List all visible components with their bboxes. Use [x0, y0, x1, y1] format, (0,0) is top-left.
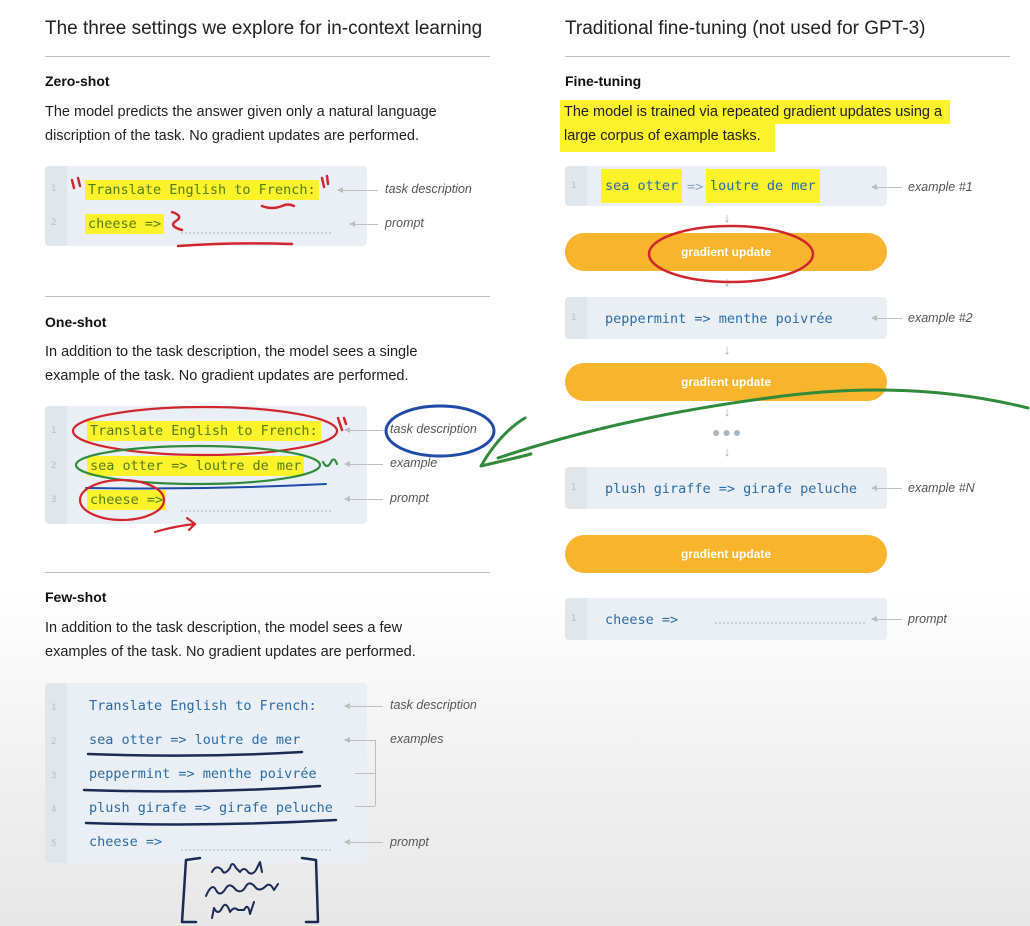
zero-shot-code-block: 1 2 Translate English to French: cheese … — [45, 166, 367, 246]
one-shot-prompt-line: cheese => — [87, 490, 167, 510]
zero-shot-divider — [45, 296, 490, 297]
example-2-annotation: example #2 — [908, 311, 973, 325]
gradient-update-1: gradient update — [565, 233, 887, 271]
arrow-down-icon: ↓ — [723, 404, 731, 419]
prompt-dots — [181, 849, 331, 851]
example-2-code: peppermint => menthe poivrée — [605, 311, 833, 327]
annotation-arrow-icon — [344, 427, 383, 433]
fine-tuning-prompt-block: 1 cheese => — [565, 598, 887, 640]
annotation-arrow-icon — [344, 461, 383, 467]
few-shot-example-line-3: plush girafe => girafe peluche — [89, 800, 333, 816]
one-shot-description: In addition to the task description, the… — [45, 340, 495, 388]
one-shot-annotation-prompt: prompt — [390, 491, 429, 505]
few-shot-example-line-2: peppermint => menthe poivrée — [89, 766, 317, 782]
fine-tuning-prompt-annotation: prompt — [908, 612, 947, 626]
few-shot-task-line: Translate English to French: — [89, 698, 317, 714]
annotation-arrow-icon — [871, 315, 902, 321]
one-shot-divider — [45, 572, 490, 573]
ellipsis-icon: ●●● — [712, 424, 744, 440]
left-column-title: The three settings we explore for in-con… — [45, 18, 483, 39]
arrow-down-icon: ↓ — [723, 274, 731, 289]
example-1-code-sep: => — [687, 179, 704, 195]
fine-tuning-description: The model is trained via repeated gradie… — [560, 100, 951, 152]
few-shot-example-line-1: sea otter => loutre de mer — [89, 732, 301, 748]
annotation-arrow-icon — [871, 616, 902, 622]
example-n-annotation: example #N — [908, 481, 975, 495]
line-gutter — [45, 166, 67, 246]
fine-tuning-description-line-2: large corpus of example tasks. — [560, 124, 775, 152]
arrow-down-icon: ↓ — [723, 444, 731, 459]
one-shot-task-line: Translate English to French: — [87, 421, 321, 441]
arrow-down-icon: ↓ — [723, 342, 731, 357]
few-shot-annotation-prompt: prompt — [390, 835, 429, 849]
few-shot-prompt-line: cheese => — [89, 834, 163, 850]
fine-tuning-prompt-code: cheese => — [605, 612, 679, 628]
zero-shot-task-line: Translate English to French: — [85, 180, 319, 200]
few-shot-annotation-task: task description — [390, 698, 477, 712]
arrow-down-icon: ↓ — [723, 210, 731, 225]
annotation-arrow-icon — [344, 496, 383, 502]
example-1-annotation: example #1 — [908, 180, 973, 194]
zero-shot-description: The model predicts the answer given only… — [45, 100, 495, 148]
annotation-arrow-icon — [344, 839, 383, 845]
gradient-update-3: gradient update — [565, 535, 887, 573]
one-shot-description-line-1: In addition to the task description, the… — [45, 344, 418, 360]
annotation-arrow-icon — [871, 485, 902, 491]
one-shot-code-block: 1 2 3 Translate English to French: sea o… — [45, 406, 367, 524]
one-shot-description-line-2: example of the task. No gradient updates… — [45, 368, 409, 384]
example-n-code: plush giraffe => girafe peluche — [605, 481, 857, 497]
few-shot-description-line-2: examples of the task. No gradient update… — [45, 644, 416, 660]
one-shot-annotation-task: task description — [390, 422, 477, 436]
few-shot-title: Few-shot — [45, 589, 107, 605]
gradient-update-2: gradient update — [565, 363, 887, 401]
zero-shot-annotation-task: task description — [385, 182, 472, 196]
few-shot-annotation-examples: examples — [390, 732, 444, 746]
annotation-arrow-icon — [344, 703, 383, 709]
few-shot-code-block: 1 2 3 4 5 Translate English to French: s… — [45, 683, 367, 863]
one-shot-annotation-example: example — [390, 456, 438, 470]
zero-shot-title: Zero-shot — [45, 73, 110, 89]
few-shot-description: In addition to the task description, the… — [45, 616, 495, 664]
annotation-arrow-icon — [344, 737, 375, 743]
fine-tuning-description-line-1: The model is trained via repeated gradie… — [560, 100, 951, 124]
right-column-title: Traditional fine-tuning (not used for GP… — [565, 18, 926, 39]
prompt-dots — [715, 622, 865, 624]
example-1-code-left: sea otter — [601, 169, 683, 203]
fine-tuning-title: Fine-tuning — [565, 73, 642, 89]
one-shot-example-line: sea otter => loutre de mer — [87, 456, 305, 476]
left-title-divider — [45, 56, 490, 57]
annotation-arrow-icon — [337, 187, 378, 193]
one-shot-title: One-shot — [45, 314, 107, 330]
zero-shot-description-line-1: The model predicts the answer given only… — [45, 104, 437, 120]
zero-shot-description-line-2: discription of the task. No gradient upd… — [45, 128, 419, 144]
right-title-divider — [565, 56, 1010, 57]
example-2-block: 1 peppermint => menthe poivrée — [565, 297, 887, 339]
example-1-block: 1 sea otter => loutre de mer — [565, 166, 887, 206]
zero-shot-prompt-line: cheese => — [85, 214, 165, 234]
prompt-dots — [181, 232, 331, 234]
example-n-block: 1 plush giraffe => girafe peluche — [565, 467, 887, 509]
examples-bracket — [375, 740, 376, 806]
annotation-arrow-icon — [349, 221, 378, 227]
few-shot-description-line-1: In addition to the task description, the… — [45, 620, 403, 636]
zero-shot-annotation-prompt: prompt — [385, 216, 424, 230]
example-1-code-right: loutre de mer — [706, 169, 820, 203]
prompt-dots — [181, 510, 331, 512]
annotation-arrow-icon — [871, 184, 902, 190]
